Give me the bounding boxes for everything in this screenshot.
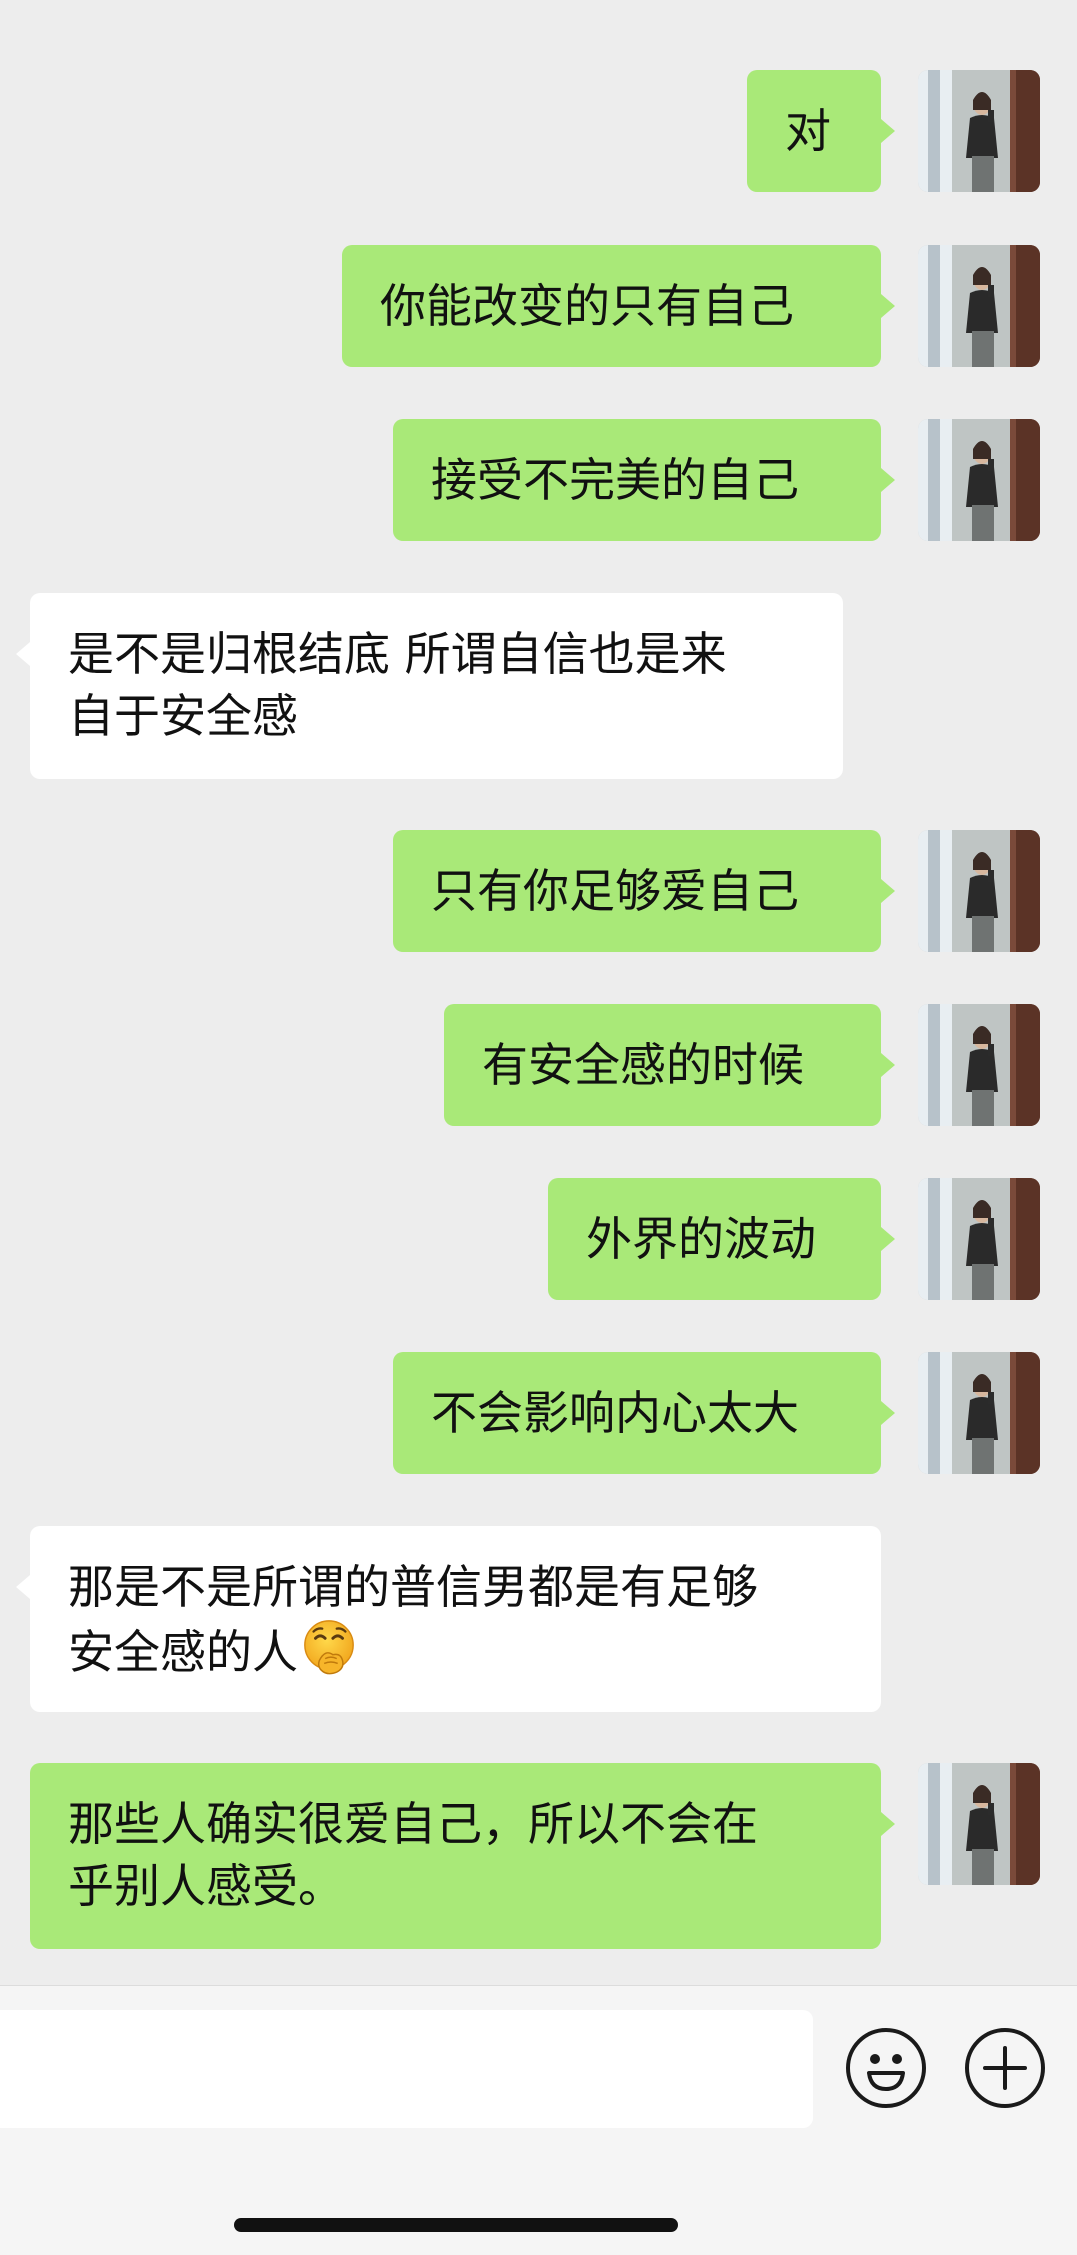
message-text: 外界的波动 [586,1212,816,1266]
input-bar [0,1985,1077,2255]
avatar[interactable] [918,1004,1040,1126]
message-bubble-outgoing[interactable]: 外界的波动 [548,1178,881,1300]
message-row: 接受不完美的自己 [0,419,1077,541]
avatar-photo [918,830,1040,952]
bubble-tail [881,468,895,492]
message-line: 自于安全感 [68,689,298,743]
avatar-photo [918,70,1040,192]
message-text: 不会影响内心太大 [431,1386,799,1440]
avatar-photo [918,1178,1040,1300]
message-line: 那些人确实很爱自己，所以不会在 [68,1797,758,1851]
avatar[interactable] [918,830,1040,952]
message-row: 是不是归根结底 所谓自信也是来 自于安全感 [0,593,1077,779]
bubble-tail [16,1575,30,1599]
message-text: 有安全感的时候 [482,1038,804,1092]
avatar[interactable] [918,245,1040,367]
bubble-tail [16,642,30,666]
message-text: 只有你足够爱自己 [431,864,799,918]
avatar[interactable] [918,1178,1040,1300]
smiley-icon [867,2054,905,2091]
avatar-photo [918,1352,1040,1474]
message-bubble-outgoing[interactable]: 不会影响内心太大 [393,1352,881,1474]
more-button[interactable] [965,2028,1045,2108]
message-row: 有安全感的时候 [0,1004,1077,1126]
message-row: 那些人确实很爱自己，所以不会在 乎别人感受。 [0,1763,1077,1949]
emoji-button[interactable] [846,2028,926,2108]
chat-area[interactable]: 对 你能改变的只有自己 接受不完美的自己 是不是归根结底 所谓自信也是来 自于安全… [0,0,1077,1985]
avatar[interactable] [918,419,1040,541]
message-line: 那是不是所谓的普信男都是有足够 [68,1560,758,1614]
message-text: 你能改变的只有自己 [380,279,794,333]
message-row: 你能改变的只有自己 [0,245,1077,367]
avatar[interactable] [918,1763,1040,1885]
message-bubble-outgoing[interactable]: 只有你足够爱自己 [393,830,881,952]
bubble-tail [881,879,895,903]
message-row: 不会影响内心太大 [0,1352,1077,1474]
message-bubble-incoming[interactable]: 那是不是所谓的普信男都是有足够 安全感的人 [30,1526,881,1712]
message-line: 乎别人感受。 [68,1859,344,1913]
message-line: 安全感的人 [68,1625,298,1679]
message-line: 是不是归根结底 所谓自信也是来 [68,627,727,681]
message-row: 那是不是所谓的普信男都是有足够 安全感的人 [0,1526,1077,1712]
message-bubble-incoming[interactable]: 是不是归根结底 所谓自信也是来 自于安全感 [30,593,843,779]
message-row: 外界的波动 [0,1178,1077,1300]
plus-icon [983,2046,1027,2090]
message-input[interactable] [0,2010,813,2128]
message-bubble-outgoing[interactable]: 接受不完美的自己 [393,419,881,541]
bubble-tail [881,294,895,318]
avatar-photo [918,1763,1040,1885]
bubble-tail [881,1227,895,1251]
avatar-photo [918,245,1040,367]
message-text: 接受不完美的自己 [431,453,799,507]
bubble-tail [881,119,895,143]
message-bubble-outgoing[interactable]: 那些人确实很爱自己，所以不会在 乎别人感受。 [30,1763,881,1949]
message-text: 对 [785,104,831,158]
message-bubble-outgoing[interactable]: 对 [747,70,881,192]
bubble-tail [881,1053,895,1077]
avatar[interactable] [918,70,1040,192]
message-row: 只有你足够爱自己 [0,830,1077,952]
message-bubble-outgoing[interactable]: 有安全感的时候 [444,1004,881,1126]
home-indicator[interactable] [234,2218,678,2232]
avatar[interactable] [918,1352,1040,1474]
message-row: 对 [0,70,1077,192]
message-bubble-outgoing[interactable]: 你能改变的只有自己 [342,245,881,367]
bubble-tail [881,1812,895,1836]
avatar-photo [918,1004,1040,1126]
face-with-hand-over-mouth-icon [304,1620,354,1675]
avatar-photo [918,419,1040,541]
bubble-tail [881,1401,895,1425]
